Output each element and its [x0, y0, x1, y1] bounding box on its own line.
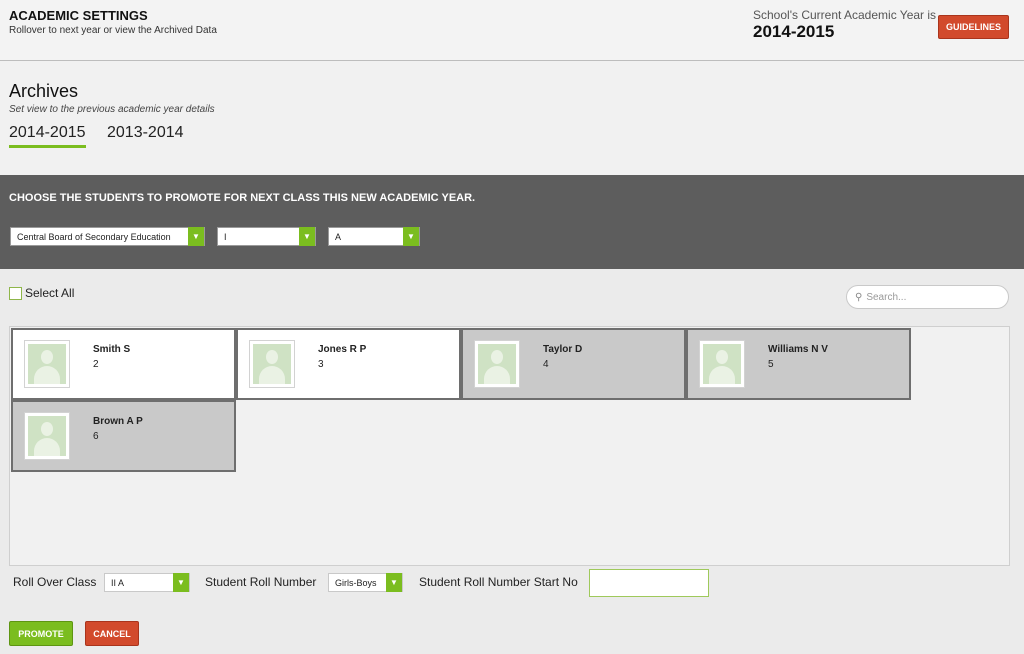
avatar [24, 412, 70, 460]
cancel-button[interactable]: CANCEL [85, 621, 139, 646]
start-no-input[interactable] [589, 569, 709, 597]
tab-year-2014-2015[interactable]: 2014-2015 [9, 124, 86, 148]
promote-filter-bar: CHOOSE THE STUDENTS TO PROMOTE FOR NEXT … [0, 175, 1024, 269]
tab-year-2013-2014[interactable]: 2013-2014 [107, 124, 184, 145]
guidelines-button[interactable]: GUIDELINES [938, 15, 1009, 39]
academic-year-label: School's Current Academic Year is [753, 8, 937, 22]
roll-number-label: Student Roll Number [205, 575, 317, 589]
promote-button[interactable]: PROMOTE [9, 621, 73, 646]
student-name: Brown A P [93, 416, 143, 427]
chevron-down-icon: ▼ [188, 227, 204, 246]
rollover-class-value: II A [111, 577, 125, 588]
student-name: Williams N V [768, 344, 828, 355]
search-box[interactable]: ⚲ Search... [846, 285, 1009, 309]
student-name: Taylor D [543, 344, 583, 355]
chevron-down-icon: ▼ [386, 573, 402, 592]
class-select[interactable]: I ▼ [217, 227, 316, 246]
avatar [24, 340, 70, 388]
avatar [249, 340, 295, 388]
roll-number-value: Girls-Boys [335, 577, 377, 588]
page-header: ACADEMIC SETTINGS Rollover to next year … [0, 0, 1024, 61]
roll-number-select[interactable]: Girls-Boys ▼ [328, 573, 403, 592]
select-all[interactable]: Select All [9, 286, 74, 300]
section-select-value: A [335, 231, 342, 242]
section-select[interactable]: A ▼ [328, 227, 420, 246]
archives-title: Archives [9, 81, 79, 101]
academic-year-value: 2014-2015 [753, 22, 835, 41]
student-card[interactable]: Jones R P 3 [236, 328, 461, 400]
student-card[interactable]: Williams N V 5 [686, 328, 911, 400]
select-all-label: Select All [25, 286, 75, 300]
student-name: Smith S [93, 344, 131, 355]
student-card[interactable]: Taylor D 4 [461, 328, 686, 400]
student-roll: 6 [93, 431, 99, 442]
avatar [474, 340, 520, 388]
archives-subtitle: Set view to the previous academic year d… [9, 104, 215, 115]
promote-heading: CHOOSE THE STUDENTS TO PROMOTE FOR NEXT … [9, 192, 476, 204]
chevron-down-icon: ▼ [173, 573, 189, 592]
student-roll: 3 [318, 359, 324, 370]
class-select-value: I [224, 231, 227, 242]
page-title: ACADEMIC SETTINGS [9, 8, 148, 23]
page-subtitle: Rollover to next year or view the Archiv… [9, 25, 217, 36]
student-name: Jones R P [318, 344, 367, 355]
board-select[interactable]: Central Board of Secondary Education ▼ [10, 227, 205, 246]
student-card[interactable]: Brown A P 6 [11, 400, 236, 472]
student-roll: 5 [768, 359, 774, 370]
start-no-label: Student Roll Number Start No [419, 575, 578, 589]
student-card[interactable]: Smith S 2 [11, 328, 236, 400]
select-all-checkbox[interactable] [9, 286, 22, 300]
search-placeholder: Search... [866, 291, 907, 303]
student-roll: 4 [543, 359, 549, 370]
chevron-down-icon: ▼ [299, 227, 315, 246]
search-icon: ⚲ [855, 291, 863, 303]
archives-section: Archives Set view to the previous academ… [0, 61, 1024, 175]
rollover-class-select[interactable]: II A ▼ [104, 573, 190, 592]
rollover-class-label: Roll Over Class [13, 575, 97, 589]
student-grid: Smith S 2 Jones R P 3 Taylor D 4 William… [9, 326, 1010, 566]
board-select-value: Central Board of Secondary Education [17, 231, 171, 242]
chevron-down-icon: ▼ [403, 227, 419, 246]
student-roll: 2 [93, 359, 99, 370]
avatar [699, 340, 745, 388]
